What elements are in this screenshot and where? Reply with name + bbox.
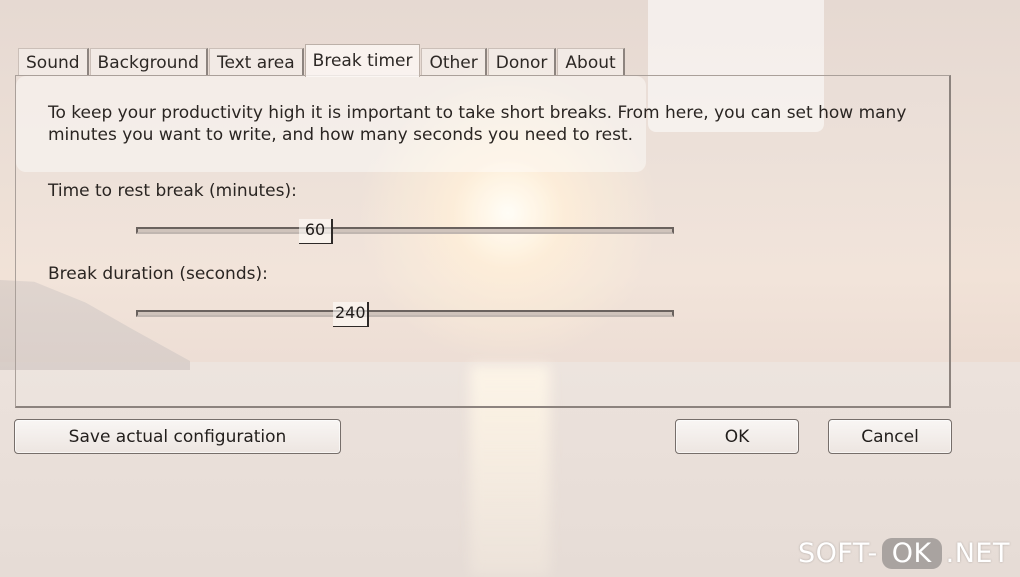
break-timer-description: To keep your productivity high it is imp… (48, 103, 907, 145)
tab-sound[interactable]: Sound (18, 48, 89, 76)
break-duration-label: Break duration (seconds): (48, 264, 268, 284)
tab-break-timer[interactable]: Break timer (304, 44, 421, 77)
slider-thumb[interactable]: 60 (299, 219, 333, 244)
slider-thumb[interactable]: 240 (333, 302, 369, 327)
slider-track (136, 310, 674, 317)
ok-button[interactable]: OK (675, 419, 799, 454)
watermark-right: .NET (945, 538, 1010, 569)
rest-interval-label: Time to rest break (minutes): (48, 181, 297, 201)
cancel-button[interactable]: Cancel (828, 419, 952, 454)
watermark-left: SOFT- (797, 538, 878, 569)
tab-background[interactable]: Background (89, 48, 208, 76)
slider-track (136, 227, 674, 234)
break-duration-slider[interactable]: 240 (136, 302, 674, 327)
watermark-mid: OK (881, 538, 942, 569)
rest-interval-slider[interactable]: 60 (136, 219, 674, 244)
save-configuration-button[interactable]: Save actual configuration (14, 419, 341, 454)
tab-donor[interactable]: Donor (487, 48, 557, 76)
tab-other[interactable]: Other (421, 48, 487, 76)
tab-text-area[interactable]: Text area (208, 48, 304, 76)
tab-about[interactable]: About (557, 48, 625, 76)
tab-bar: Sound Background Text area Break timer O… (18, 44, 626, 77)
watermark: SOFT- OK .NET (798, 538, 1010, 569)
